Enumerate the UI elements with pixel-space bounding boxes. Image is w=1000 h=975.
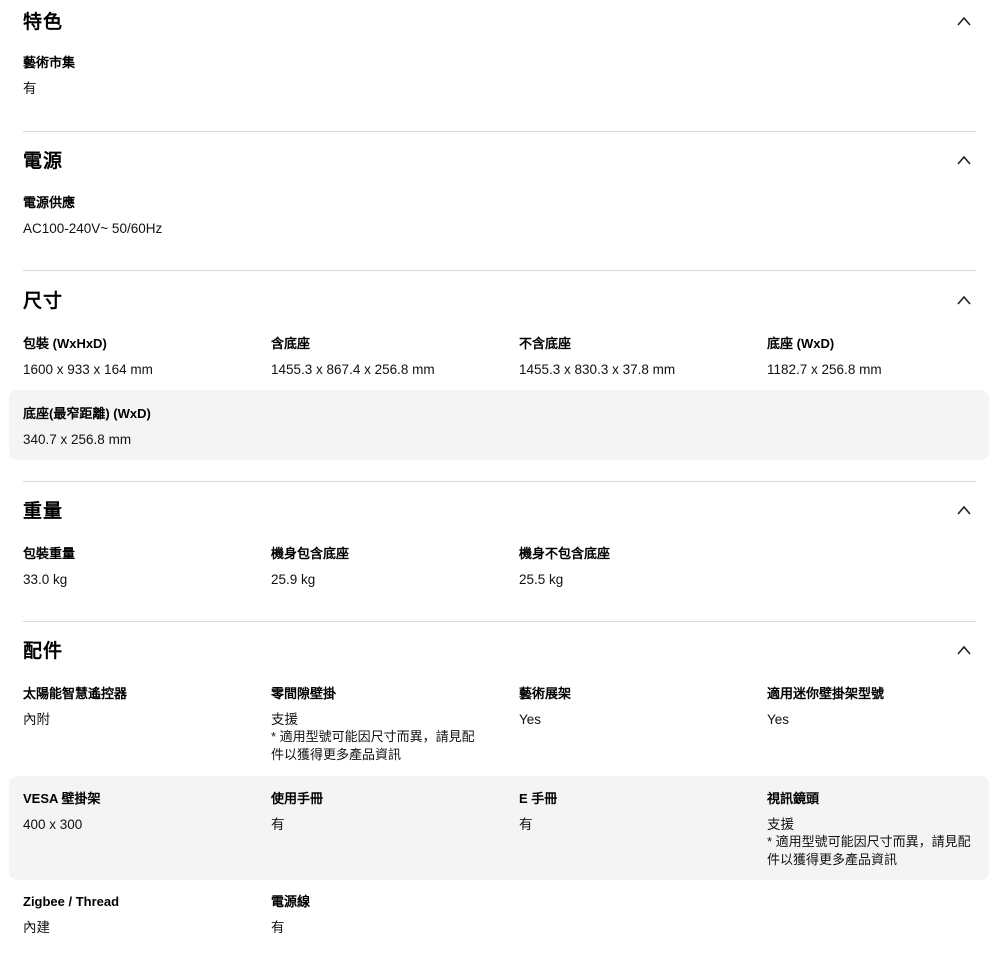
chevron-up-icon[interactable] (956, 644, 972, 656)
spec-value: 340.7 x 256.8 mm (23, 432, 132, 447)
spec-label: 視訊鏡頭 (767, 791, 820, 806)
spec-label: 太陽能智慧遙控器 (23, 686, 128, 701)
spec-item: 底座(最窄距離) (WxD) 340.7 x 256.8 mm (23, 406, 253, 448)
chevron-up-icon[interactable] (956, 154, 972, 166)
spec-item: E 手冊 有 (519, 791, 749, 833)
spec-label: 電源線 (271, 894, 311, 909)
spec-label: 電源供應 (23, 195, 76, 210)
spec-item: 電源供應 AC100-240V~ 50/60Hz (23, 195, 253, 237)
section-title-accessories[interactable]: 配件 (23, 640, 63, 664)
spec-label: 使用手冊 (271, 791, 324, 806)
spec-item: Zigbee / Thread 內建 (23, 894, 253, 936)
spec-value: Yes (767, 712, 790, 727)
spec-item: 包裝重量 33.0 kg (23, 546, 253, 588)
spec-value: 有 (23, 81, 37, 96)
divider (23, 270, 976, 271)
spec-value: 有 (271, 817, 285, 832)
spec-value: 支援 (271, 712, 298, 727)
spec-item: 機身包含底座 25.9 kg (271, 546, 501, 588)
spec-item: 太陽能智慧遙控器 內附 (23, 686, 253, 728)
spec-label: Zigbee / Thread (23, 894, 120, 909)
spec-label: 含底座 (271, 336, 311, 351)
spec-item: 包裝 (WxHxD) 1600 x 933 x 164 mm (23, 336, 253, 378)
chevron-up-icon[interactable] (956, 15, 972, 27)
spec-value: Yes (519, 712, 542, 727)
spec-label: 底座 (WxD) (767, 336, 835, 351)
spec-row-shaded: 底座(最窄距離) (WxD) 340.7 x 256.8 mm (9, 390, 989, 460)
spec-item: 適用迷你壁掛架型號 Yes (767, 686, 997, 728)
spec-label: 包裝重量 (23, 546, 76, 561)
section-title-dimensions[interactable]: 尺寸 (23, 290, 63, 314)
spec-value: AC100-240V~ 50/60Hz (23, 221, 163, 236)
spec-row-shaded: VESA 壁掛架 400 x 300 使用手冊 有 E 手冊 有 視訊鏡頭 支援… (9, 776, 989, 880)
spec-value: 內附 (23, 712, 50, 727)
spec-item: 藝術市集 有 (23, 55, 253, 97)
spec-note: * 適用型號可能因尺寸而異，請見配件以獲得更多產品資訊 (767, 834, 971, 867)
chevron-up-icon[interactable] (956, 504, 972, 516)
spec-label: 機身不包含底座 (519, 546, 611, 561)
divider (23, 131, 976, 132)
section-title-features[interactable]: 特色 (23, 11, 63, 35)
spec-label: 適用迷你壁掛架型號 (767, 686, 885, 701)
spec-value: 400 x 300 (23, 817, 83, 832)
spec-label: 機身包含底座 (271, 546, 350, 561)
spec-item: 視訊鏡頭 支援 * 適用型號可能因尺寸而異，請見配件以獲得更多產品資訊 (767, 791, 997, 869)
spec-item: 使用手冊 有 (271, 791, 501, 833)
spec-item: VESA 壁掛架 400 x 300 (23, 791, 253, 833)
spec-value: 有 (271, 920, 285, 935)
spec-item: 電源線 有 (271, 894, 501, 936)
spec-label: E 手冊 (519, 791, 558, 806)
chevron-up-icon[interactable] (956, 294, 972, 306)
spec-value: 25.9 kg (271, 572, 316, 587)
spec-label: 包裝 (WxHxD) (23, 336, 107, 351)
spec-value: 支援 (767, 817, 794, 832)
spec-value: 1600 x 933 x 164 mm (23, 362, 153, 377)
section-title-power[interactable]: 電源 (23, 150, 63, 174)
spec-label: 藝術市集 (23, 55, 76, 70)
divider (23, 481, 976, 482)
spec-item: 底座 (WxD) 1182.7 x 256.8 mm (767, 336, 997, 378)
section-title-weight[interactable]: 重量 (23, 500, 63, 524)
spec-value: 1182.7 x 256.8 mm (767, 362, 882, 377)
spec-value: 內建 (23, 920, 50, 935)
spec-item: 含底座 1455.3 x 867.4 x 256.8 mm (271, 336, 501, 378)
spec-item: 零間隙壁掛 支援 * 適用型號可能因尺寸而異，請見配件以獲得更多產品資訊 (271, 686, 501, 764)
spec-note: * 適用型號可能因尺寸而異，請見配件以獲得更多產品資訊 (271, 729, 475, 762)
spec-label: 底座(最窄距離) (WxD) (23, 406, 151, 421)
spec-item: 機身不包含底座 25.5 kg (519, 546, 749, 588)
divider (23, 621, 976, 622)
spec-value: 33.0 kg (23, 572, 68, 587)
spec-item: 不含底座 1455.3 x 830.3 x 37.8 mm (519, 336, 749, 378)
spec-item: 藝術展架 Yes (519, 686, 749, 728)
spec-label: 不含底座 (519, 336, 572, 351)
spec-label: VESA 壁掛架 (23, 791, 101, 806)
spec-value: 1455.3 x 830.3 x 37.8 mm (519, 362, 676, 377)
spec-value: 25.5 kg (519, 572, 564, 587)
spec-label: 藝術展架 (519, 686, 572, 701)
spec-value: 1455.3 x 867.4 x 256.8 mm (271, 362, 435, 377)
spec-value: 有 (519, 817, 533, 832)
spec-label: 零間隙壁掛 (271, 686, 337, 701)
